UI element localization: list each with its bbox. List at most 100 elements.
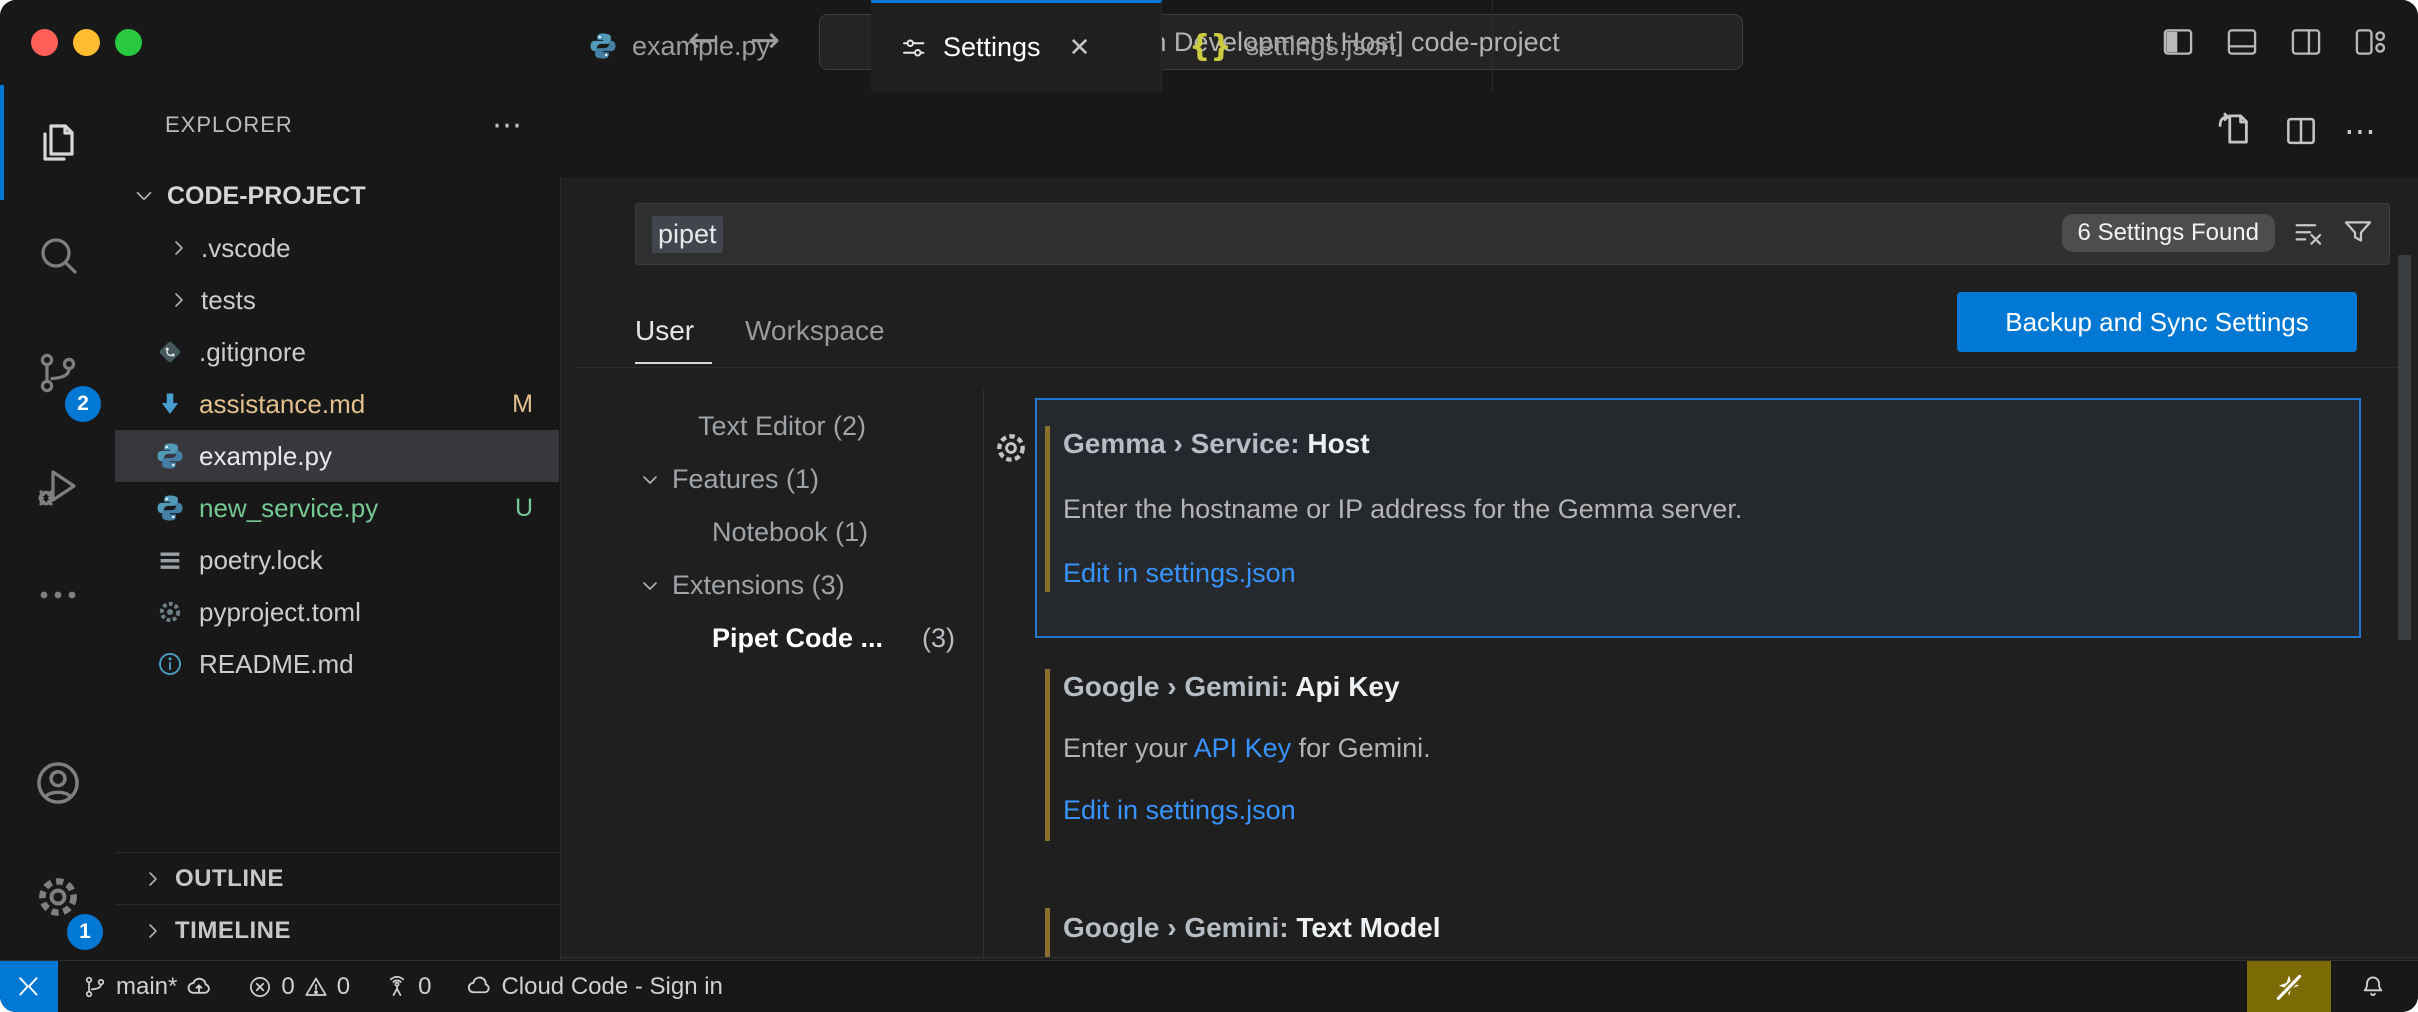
lock-lines-file-icon: ≡ bbox=[155, 543, 185, 578]
cloud-code-status[interactable]: Cloud Code - Sign in bbox=[455, 961, 732, 1012]
scope-tab-label: Workspace bbox=[745, 315, 885, 347]
tab-settings[interactable]: Settings ✕ bbox=[871, 0, 1162, 92]
toc-extensions[interactable]: Extensions (3) bbox=[560, 559, 983, 612]
api-key-link[interactable]: API Key bbox=[1194, 733, 1292, 763]
setting-description: Enter your API Key for Gemini. bbox=[1063, 733, 1431, 764]
chevron-right-icon bbox=[141, 919, 165, 943]
scope-divider bbox=[575, 367, 2400, 368]
vscode-window: ← → [Extension Development Host] code-pr… bbox=[0, 0, 2418, 1012]
search-view-icon[interactable] bbox=[0, 200, 115, 310]
settings-search-input[interactable]: pipet 6 Settings Found bbox=[635, 203, 2390, 265]
toc-divider bbox=[983, 388, 984, 957]
tree-item-example-py[interactable]: example.py bbox=[115, 430, 559, 482]
tree-item-label: new_service.py bbox=[199, 493, 378, 524]
chevron-right-icon bbox=[167, 288, 191, 312]
settings-count-badge: 6 Settings Found bbox=[2062, 214, 2275, 252]
ai-spark-off-status[interactable] bbox=[2247, 961, 2331, 1012]
chevron-down-icon bbox=[131, 183, 157, 209]
edit-in-settings-json-link[interactable]: Edit in settings.json bbox=[1063, 795, 1296, 826]
settings-scrollbar[interactable] bbox=[2398, 255, 2411, 640]
tree-item-gitignore[interactable]: .gitignore bbox=[115, 326, 559, 378]
scope-tab-label: User bbox=[635, 315, 694, 347]
tab-label: Settings bbox=[943, 32, 1041, 63]
tree-item-poetry-lock[interactable]: ≡ poetry.lock bbox=[115, 534, 559, 586]
python-file-icon bbox=[155, 441, 185, 471]
tree-root-code-project[interactable]: CODE-PROJECT bbox=[115, 170, 559, 222]
tree-item-new-service-py[interactable]: new_service.py U bbox=[115, 482, 559, 534]
error-count: 0 bbox=[281, 973, 294, 1001]
customize-layout-icon[interactable] bbox=[2352, 26, 2388, 58]
outline-section[interactable]: OUTLINE bbox=[115, 852, 559, 904]
toc-pipet-code[interactable]: Pipet Code ... (3) bbox=[560, 612, 983, 665]
run-debug-icon[interactable] bbox=[0, 432, 115, 542]
tree-item-pyproject-toml[interactable]: pyproject.toml bbox=[115, 586, 559, 638]
setting-row-gear-icon[interactable] bbox=[991, 428, 1031, 468]
editor-more-actions-icon[interactable]: ⋯ bbox=[2344, 112, 2376, 150]
split-editor-icon[interactable] bbox=[2282, 112, 2320, 150]
ports-status[interactable]: 0 bbox=[374, 961, 441, 1012]
toc-label: Extensions (3) bbox=[672, 570, 845, 601]
git-modified-badge: M bbox=[512, 390, 533, 419]
source-control-icon[interactable]: 2 bbox=[0, 318, 115, 428]
close-tab-icon[interactable]: ✕ bbox=[1069, 33, 1091, 63]
additional-views-icon[interactable] bbox=[0, 555, 115, 635]
cloud-code-label: Cloud Code - Sign in bbox=[501, 973, 722, 1001]
accounts-icon[interactable] bbox=[0, 728, 115, 838]
remote-indicator[interactable] bbox=[0, 961, 58, 1012]
scope-tab-workspace[interactable]: Workspace bbox=[745, 300, 885, 362]
setting-google-gemini-text-model[interactable]: Google › Gemini: Text Model bbox=[1035, 900, 2357, 958]
chevron-down-icon bbox=[638, 574, 662, 598]
toc-label: Text Editor (2) bbox=[698, 411, 866, 442]
close-window-button[interactable] bbox=[31, 29, 58, 56]
tree-item-label: README.md bbox=[199, 649, 354, 680]
toc-text-editor[interactable]: Text Editor (2) bbox=[560, 400, 983, 453]
chevron-right-icon bbox=[167, 236, 191, 260]
setting-title: Google › Gemini: Api Key bbox=[1063, 671, 1400, 703]
tree-item-label: poetry.lock bbox=[199, 545, 323, 576]
setting-category: Gemma › Service: bbox=[1063, 428, 1307, 459]
scope-tab-user[interactable]: User bbox=[635, 300, 712, 364]
settings-sliders-icon bbox=[899, 33, 929, 63]
ports-count: 0 bbox=[418, 973, 431, 1001]
setting-key: Api Key bbox=[1295, 671, 1399, 702]
editor-bottom-divider bbox=[560, 957, 2418, 958]
modified-indicator bbox=[1045, 426, 1050, 592]
edit-in-settings-json-link[interactable]: Edit in settings.json bbox=[1063, 558, 1296, 589]
filter-settings-icon[interactable] bbox=[2341, 216, 2375, 250]
open-settings-json-icon[interactable] bbox=[2214, 108, 2256, 150]
tab-settings-json[interactable]: {} settings.json bbox=[1161, 0, 1493, 92]
tree-item-readme-md[interactable]: README.md bbox=[115, 638, 559, 690]
setting-google-gemini-api-key[interactable]: Google › Gemini: Api Key Enter your API … bbox=[1035, 655, 2357, 870]
explorer-icon[interactable] bbox=[0, 88, 115, 198]
toggle-secondary-sidebar-icon[interactable] bbox=[2288, 26, 2324, 58]
timeline-section[interactable]: TIMELINE bbox=[115, 904, 559, 956]
tree-item-tests[interactable]: tests bbox=[115, 274, 559, 326]
toc-count: (3) bbox=[922, 623, 955, 654]
clear-settings-search-icon[interactable] bbox=[2291, 216, 2325, 250]
tree-item-assistance-md[interactable]: assistance.md M bbox=[115, 378, 559, 430]
sync-cloud-icon bbox=[185, 973, 213, 1001]
maximize-window-button[interactable] bbox=[115, 29, 142, 56]
explorer-more-actions-icon[interactable]: ⋯ bbox=[492, 95, 522, 155]
info-file-icon bbox=[155, 650, 185, 678]
git-branch-status[interactable]: main* bbox=[72, 961, 223, 1012]
markdown-file-icon bbox=[155, 390, 185, 418]
description-text: Enter your bbox=[1063, 733, 1194, 763]
minimize-window-button[interactable] bbox=[73, 29, 100, 56]
setting-title: Gemma › Service: Host bbox=[1063, 428, 1370, 460]
setting-key: Host bbox=[1307, 428, 1369, 459]
manage-settings-gear-icon[interactable]: 1 bbox=[0, 842, 115, 952]
toggle-panel-icon[interactable] bbox=[2224, 26, 2260, 58]
setting-gemma-service-host[interactable]: Gemma › Service: Host Enter the hostname… bbox=[1035, 398, 2361, 638]
toggle-primary-sidebar-icon[interactable] bbox=[2160, 26, 2196, 58]
toc-notebook[interactable]: Notebook (1) bbox=[560, 506, 983, 559]
notifications-bell-icon[interactable] bbox=[2338, 961, 2408, 1012]
backup-sync-settings-button[interactable]: Backup and Sync Settings bbox=[1957, 292, 2357, 352]
json-braces-icon: {} bbox=[1189, 29, 1232, 64]
problems-status[interactable]: 0 0 bbox=[237, 961, 360, 1012]
tab-example-py[interactable]: example.py bbox=[560, 0, 872, 92]
toc-features[interactable]: Features (1) bbox=[560, 453, 983, 506]
setting-category: Google › Gemini: bbox=[1063, 912, 1296, 943]
git-untracked-badge: U bbox=[515, 494, 533, 523]
tree-item-vscode[interactable]: .vscode bbox=[115, 222, 559, 274]
